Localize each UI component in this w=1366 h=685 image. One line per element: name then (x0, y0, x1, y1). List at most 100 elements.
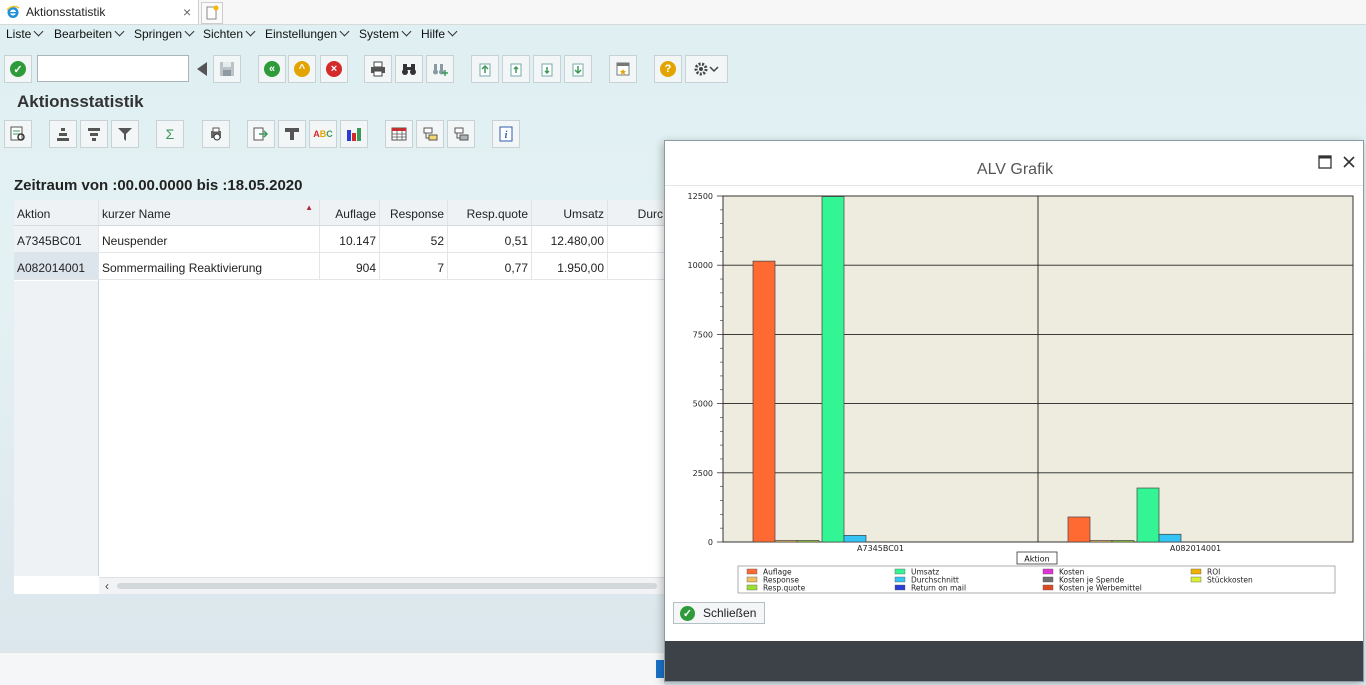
close-tab-icon[interactable]: × (183, 4, 191, 20)
menu-einstellungen[interactable]: Einstellungen (265, 26, 350, 41)
period-heading: Zeitraum von :00.00.0000 bis :18.05.2020 (14, 177, 303, 194)
key-column-fill (14, 281, 98, 576)
table-cell-durchschnitt[interactable] (608, 226, 666, 253)
change-layout-button[interactable] (385, 120, 413, 148)
details-button[interactable] (4, 120, 32, 148)
save-layout-icon (454, 127, 469, 141)
enter-button[interactable]: ✓ (4, 55, 32, 83)
table-cell-aktion[interactable]: A082014001 (14, 253, 99, 280)
menu-bearbeiten[interactable]: Bearbeiten (54, 26, 125, 41)
export-button[interactable] (247, 120, 275, 148)
table-cell-response[interactable]: 7 (380, 253, 448, 280)
column-header-aktion[interactable]: Aktion (14, 200, 99, 226)
table-cell-auflage[interactable]: 10.147 (320, 226, 380, 253)
table-cell-umsatz[interactable]: 1.950,00 (532, 253, 608, 280)
table-cell-umsatz[interactable]: 12.480,00 (532, 226, 608, 253)
info-button[interactable]: i (492, 120, 520, 148)
menu-system[interactable]: System (359, 26, 412, 41)
export-icon (253, 127, 269, 141)
select-layout-button[interactable] (416, 120, 444, 148)
menu-sichten[interactable]: Sichten (203, 26, 256, 41)
exit-icon: ^ (294, 61, 310, 77)
table-cell-response[interactable]: 52 (380, 226, 448, 253)
abc-analysis-button[interactable]: ABC (309, 120, 337, 148)
legend-swatch (1042, 576, 1054, 583)
chevron-down-icon (184, 26, 195, 37)
help-button[interactable]: ? (654, 55, 682, 83)
horizontal-scrollbar[interactable]: ‹ (99, 577, 666, 594)
close-button-label: Schließen (703, 606, 757, 620)
new-tab-button[interactable] (201, 2, 223, 24)
column-header-durchschnitt[interactable]: Durc (608, 200, 666, 226)
column-header-auflage[interactable]: Auflage (320, 200, 380, 226)
sort-descending-icon (88, 128, 100, 141)
info-icon: i (499, 126, 513, 142)
scrollbar-thumb[interactable] (117, 583, 657, 589)
next-page-icon (541, 63, 553, 77)
print-button[interactable] (364, 55, 392, 83)
save-layout-button[interactable] (447, 120, 475, 148)
next-page-button[interactable] (533, 55, 561, 83)
settings-button[interactable] (685, 55, 728, 83)
column-header-resp-quote[interactable]: Resp.quote (448, 200, 532, 226)
menu-hilfe[interactable]: Hilfe (421, 26, 458, 41)
status-bar (0, 652, 664, 685)
table-cell-auflage[interactable]: 904 (320, 253, 380, 280)
close-icon[interactable] (1342, 155, 1356, 169)
filter-button[interactable] (111, 120, 139, 148)
legend-swatch (746, 576, 758, 583)
column-header-umsatz[interactable]: Umsatz (532, 200, 608, 226)
sort-ascending-button[interactable] (49, 120, 77, 148)
table-cell-name[interactable]: Neuspender (99, 226, 320, 253)
sort-descending-button[interactable] (80, 120, 108, 148)
y-tick-label: 7500 (693, 330, 713, 339)
print-preview-button[interactable] (202, 120, 230, 148)
find-button[interactable] (395, 55, 423, 83)
table-cell-name[interactable]: Sommermailing Reaktivierung (99, 253, 320, 280)
bar-chart: 0 2500 5000 7500 10000 12500 A7345BC01 A082014… (688, 192, 1354, 594)
legend-swatch (1190, 568, 1202, 575)
menu-springen[interactable]: Springen (134, 26, 195, 41)
legend: Auflage Umsatz Kosten ROIResponse Durchschni… (746, 568, 1253, 593)
table-cell-aktion[interactable]: A7345BC01 (14, 226, 99, 253)
last-page-button[interactable] (564, 55, 592, 83)
first-page-button[interactable] (471, 55, 499, 83)
back-button[interactable]: « (258, 55, 286, 83)
maximize-icon[interactable] (1318, 155, 1332, 169)
dialog-title: ALV Grafik (976, 161, 1054, 178)
table-cell-durchschnitt[interactable] (608, 253, 666, 280)
chevron-down-icon (245, 26, 256, 37)
find-next-button[interactable] (426, 55, 454, 83)
dropdown-arrow-icon[interactable] (195, 61, 209, 77)
sort-ascending-icon (57, 128, 69, 141)
chevron-down-icon (33, 26, 44, 37)
word-processing-button[interactable] (278, 120, 306, 148)
total-button[interactable]: Σ (156, 120, 184, 148)
table-cell-resp-quote[interactable]: 0,51 (448, 226, 532, 253)
legend-swatch (894, 576, 906, 583)
new-tab-icon (206, 5, 219, 20)
cancel-button[interactable]: × (320, 55, 348, 83)
back-icon: « (264, 61, 280, 77)
close-button[interactable]: ✓ Schließen (673, 602, 765, 624)
column-header-kurzer-name[interactable]: kurzer Name ▲ (99, 200, 320, 226)
menu-liste-label: Liste (6, 27, 32, 41)
exit-button[interactable]: ^ (288, 55, 316, 83)
chevron-down-icon (447, 26, 458, 37)
menu-liste[interactable]: Liste (6, 26, 44, 41)
column-header-kurzer-name-label: kurzer Name (102, 207, 171, 221)
print-preview-icon (211, 127, 221, 141)
sum-icon: Σ (165, 126, 175, 142)
bar (774, 540, 798, 543)
browser-tab-strip: Aktionsstatistik × (0, 0, 1366, 25)
scroll-left-icon[interactable]: ‹ (105, 579, 109, 593)
browser-tab[interactable]: Aktionsstatistik × (0, 0, 199, 24)
save-button[interactable] (213, 55, 241, 83)
previous-page-button[interactable] (502, 55, 530, 83)
column-header-response[interactable]: Response (380, 200, 448, 226)
command-field[interactable] (37, 55, 189, 82)
table-cell-resp-quote[interactable]: 0,77 (448, 253, 532, 280)
menu-sichten-label: Sichten (203, 27, 244, 41)
graphic-button[interactable] (340, 120, 368, 148)
create-session-button[interactable] (609, 55, 637, 83)
